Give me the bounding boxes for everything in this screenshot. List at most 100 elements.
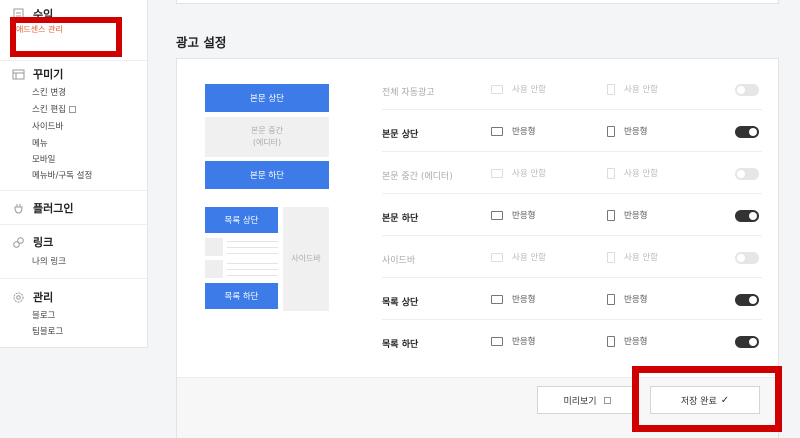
mobile-icon xyxy=(607,335,615,347)
option-pc[interactable]: 반응형 xyxy=(491,335,535,347)
sidebar-item-adsense[interactable]: 애드센스 관리 xyxy=(16,24,63,35)
toggle-body-bottom[interactable] xyxy=(735,210,759,222)
monitor-icon xyxy=(491,294,503,304)
preview-line xyxy=(227,247,278,248)
row-divider xyxy=(382,193,762,194)
preview-list-top[interactable]: 목록 상단 xyxy=(205,207,278,233)
option-mobile[interactable]: 반응형 xyxy=(607,293,647,305)
option-label: 사용 안함 xyxy=(624,253,658,263)
mobile-icon xyxy=(607,209,615,221)
sidebar-item-skin-edit[interactable]: 스킨 편집 xyxy=(32,103,76,115)
toggle-sidebar[interactable] xyxy=(735,252,759,264)
row-label-list-top: 목록 상단 xyxy=(382,298,419,308)
sidebar-section-title: 플러그인 xyxy=(33,202,74,215)
toggle-knob xyxy=(737,170,745,178)
toggle-body-top[interactable] xyxy=(735,126,759,138)
option-mobile[interactable]: 사용 안함 xyxy=(607,83,658,95)
option-pc[interactable]: 사용 안함 xyxy=(491,83,546,95)
preview-line xyxy=(227,263,278,264)
preview-body-top[interactable]: 본문 상단 xyxy=(205,84,329,112)
toggle-knob xyxy=(737,254,745,262)
toggle-list-top[interactable] xyxy=(735,294,759,306)
sidebar-section-manage[interactable]: 관리 xyxy=(12,289,53,305)
option-pc[interactable]: 사용 안함 xyxy=(491,167,546,179)
option-label: 반응형 xyxy=(624,127,648,137)
sidebar-section-plugin[interactable]: 플러그인 xyxy=(12,200,73,216)
option-label: 사용 안함 xyxy=(512,253,546,263)
preview-button[interactable]: 미리보기 xyxy=(537,386,637,414)
preview-line xyxy=(227,241,278,242)
preview-list-bottom[interactable]: 목록 하단 xyxy=(205,283,278,309)
monitor-icon xyxy=(491,252,503,262)
option-label: 반응형 xyxy=(624,211,648,221)
monitor-icon xyxy=(491,336,503,346)
external-link-icon xyxy=(603,396,611,404)
plug-icon xyxy=(12,202,25,215)
option-label: 반응형 xyxy=(512,337,536,347)
option-label: 반응형 xyxy=(624,295,648,305)
row-label-sidebar: 사이드바 xyxy=(382,256,416,266)
row-label-auto-ads: 전체 자동광고 xyxy=(382,88,435,98)
sidebar-item-my-link[interactable]: 나의 링크 xyxy=(32,255,66,267)
sidebar-item-skin-change[interactable]: 스킨 변경 xyxy=(32,86,66,98)
monitor-icon xyxy=(491,210,503,220)
row-label-body-middle: 본문 중간 (에디터) xyxy=(382,172,453,182)
sidebar-item-mobile[interactable]: 모바일 xyxy=(32,153,55,165)
link-icon xyxy=(12,236,25,249)
option-label: 반응형 xyxy=(512,211,536,221)
option-label: 반응형 xyxy=(624,337,648,347)
option-label: 반응형 xyxy=(512,127,536,137)
option-pc[interactable]: 반응형 xyxy=(491,209,535,221)
monitor-icon xyxy=(491,126,503,136)
highlight-box-adsense xyxy=(10,17,122,57)
monitor-icon xyxy=(491,84,503,94)
button-label: 미리보기 xyxy=(563,396,597,407)
row-divider xyxy=(382,151,762,152)
preview-sidebar[interactable]: 사이드바 xyxy=(283,207,329,311)
preview-body-middle[interactable]: 본문 중간 (에디터) xyxy=(205,117,329,157)
sidebar-item-team-blog[interactable]: 팀블로그 xyxy=(32,325,63,337)
toggle-knob xyxy=(749,338,757,346)
page-title: 광고 설정 xyxy=(176,35,227,50)
sidebar-item-menubar[interactable]: 메뉴바/구독 설정 xyxy=(32,169,92,181)
toggle-knob xyxy=(737,86,745,94)
option-label: 사용 안함 xyxy=(624,85,658,95)
top-card-edge xyxy=(176,0,779,4)
option-label: 반응형 xyxy=(512,295,536,305)
toggle-auto-ads[interactable] xyxy=(735,84,759,96)
row-label-list-bottom: 목록 하단 xyxy=(382,340,419,350)
sidebar-section-link[interactable]: 링크 xyxy=(12,234,53,250)
mobile-icon xyxy=(607,293,615,305)
option-pc[interactable]: 사용 안함 xyxy=(491,251,546,263)
sidebar-divider xyxy=(0,278,147,279)
option-mobile[interactable]: 반응형 xyxy=(607,125,647,137)
sidebar-item-menu[interactable]: 메뉴 xyxy=(32,137,48,149)
option-pc[interactable]: 반응형 xyxy=(491,125,535,137)
option-mobile[interactable]: 반응형 xyxy=(607,209,647,221)
sidebar-item-blog[interactable]: 블로그 xyxy=(32,309,55,321)
sidebar-section-decorate[interactable]: 꾸미기 xyxy=(12,66,63,82)
option-mobile[interactable]: 사용 안함 xyxy=(607,167,658,179)
option-pc[interactable]: 반응형 xyxy=(491,293,535,305)
sidebar: 수익 애드센스 관리 꾸미기 스킨 변경 스킨 편집 사이드바 메뉴 모바일 메… xyxy=(0,0,148,348)
sidebar-item-sidebar[interactable]: 사이드바 xyxy=(32,120,63,132)
option-label: 사용 안함 xyxy=(512,169,546,179)
option-mobile[interactable]: 반응형 xyxy=(607,335,647,347)
preview-body-bottom[interactable]: 본문 하단 xyxy=(205,161,329,189)
row-label-body-bottom: 본문 하단 xyxy=(382,214,419,224)
option-mobile[interactable]: 사용 안함 xyxy=(607,251,658,263)
preview-line xyxy=(227,253,278,254)
toggle-knob xyxy=(749,128,757,136)
toggle-list-bottom[interactable] xyxy=(735,336,759,348)
sidebar-section-title: 관리 xyxy=(33,291,54,304)
preview-line xyxy=(227,275,278,276)
toggle-knob xyxy=(749,296,757,304)
toggle-knob xyxy=(749,212,757,220)
sidebar-item-label: 스킨 편집 xyxy=(32,105,66,115)
sidebar-section-title: 꾸미기 xyxy=(33,68,64,81)
mobile-icon xyxy=(607,125,615,137)
monitor-icon xyxy=(491,168,503,178)
preview-thumb xyxy=(205,260,223,278)
toggle-body-middle[interactable] xyxy=(735,168,759,180)
sidebar-divider xyxy=(0,190,147,191)
